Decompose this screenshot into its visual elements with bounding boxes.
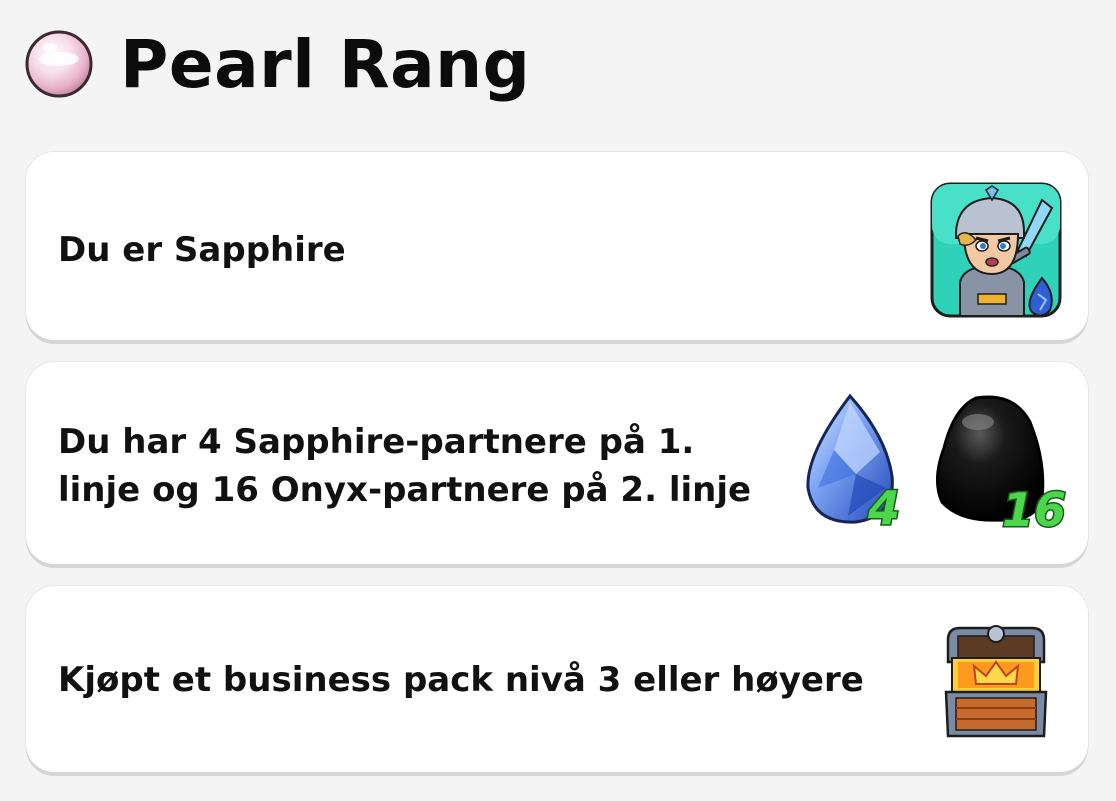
sapphire-knight-avatar-icon xyxy=(930,182,1062,318)
requirement-text: Du har 4 Sapphire-partnere på 1. linje o… xyxy=(58,418,788,514)
requirement-card-partners: Du har 4 Sapphire-partnere på 1. linje o… xyxy=(26,362,1088,564)
requirement-card-sapphire-rank: Du er Sapphire xyxy=(26,152,1088,340)
onyx-count-text: 16 xyxy=(1002,483,1066,532)
sapphire-gem-icon: 4 xyxy=(806,393,902,532)
requirement-text: Du er Sapphire xyxy=(58,230,346,270)
treasure-chest-icon xyxy=(944,625,1048,738)
requirement-text-line-1: Du har 4 Sapphire-partnere på 1. xyxy=(58,422,695,462)
sapphire-count-text: 4 xyxy=(867,481,900,532)
requirement-card-business-pack: Kjøpt et business pack nivå 3 eller høye… xyxy=(26,586,1088,772)
page-header: Pearl Rang xyxy=(24,24,530,104)
requirement-text: Kjøpt et business pack nivå 3 eller høye… xyxy=(58,660,864,700)
requirement-text-line-2: linje og 16 Onyx-partnere på 2. linje xyxy=(58,470,752,510)
page-title: Pearl Rang xyxy=(120,25,531,103)
pearl-icon xyxy=(25,30,93,98)
onyx-stone-icon: 16 xyxy=(936,395,1068,532)
